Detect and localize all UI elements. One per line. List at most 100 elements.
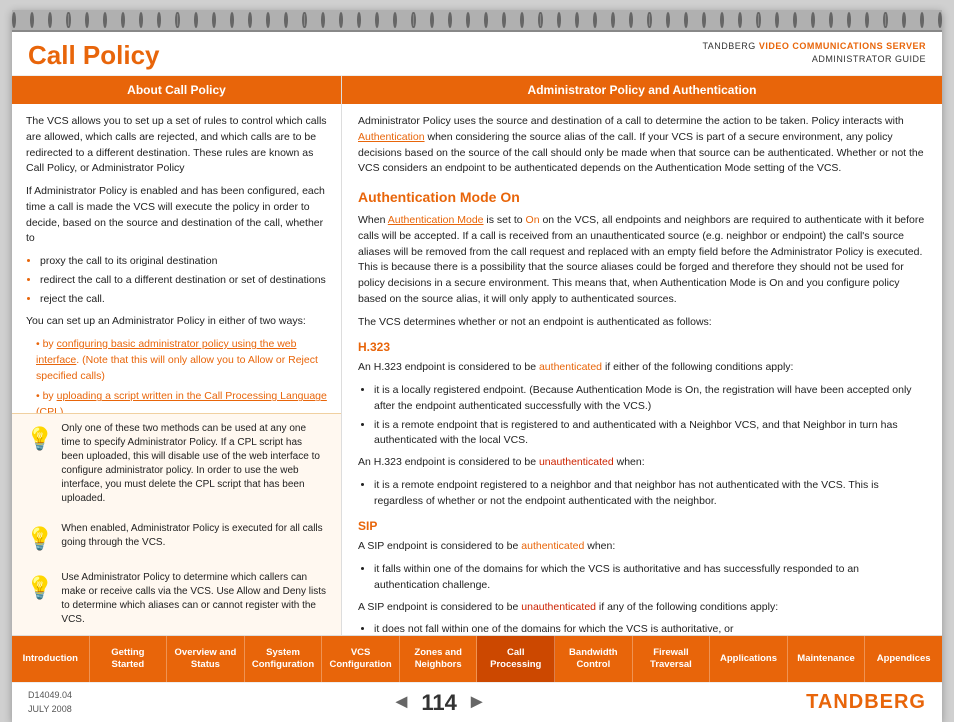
spiral-hole <box>194 12 198 28</box>
h323-intro: An H.323 endpoint is considered to be au… <box>358 360 926 376</box>
tip-box-1: 💡 Only one of these two methods can be u… <box>12 413 341 514</box>
nav-item-vcs-configuration[interactable]: VCS Configuration <box>322 636 400 682</box>
spiral-hole <box>793 12 797 28</box>
list-item: • by uploading a script written in the C… <box>36 389 327 413</box>
spiral-hole <box>756 12 760 28</box>
spiral-hole <box>738 12 742 28</box>
spiral-hole <box>484 12 488 28</box>
page-wrapper: Call Policy TANDBERG VIDEO COMMUNICATION… <box>12 10 942 722</box>
spiral-hole <box>411 12 415 28</box>
spiral-hole <box>121 12 125 28</box>
spiral-hole <box>212 12 216 28</box>
h323-auth-list: it is a locally registered endpoint. (Be… <box>374 383 926 449</box>
page-footer: D14049.04 JULY 2008 ◄ 114 ► TANDBERG <box>12 682 942 722</box>
left-para-1: The VCS allows you to set up a set of ru… <box>26 114 327 177</box>
page-header: Call Policy TANDBERG VIDEO COMMUNICATION… <box>12 32 942 76</box>
tip-box-3: 💡 Use Administrator Policy to determine … <box>12 563 341 635</box>
spiral-hole <box>611 12 615 28</box>
nav-item-call-processing[interactable]: Call Processing <box>477 636 555 682</box>
spiral-hole <box>520 12 524 28</box>
nav-item-zones-neighbors[interactable]: Zones and Neighbors <box>400 636 478 682</box>
nav-item-appendices[interactable]: Appendices <box>865 636 942 682</box>
doc-number: D14049.04 <box>28 690 72 700</box>
spiral-hole <box>684 12 688 28</box>
spiral-hole <box>557 12 561 28</box>
cpl-link[interactable]: uploading a script written in the Call P… <box>57 390 327 402</box>
spiral-hole <box>811 12 815 28</box>
tip-text-2: When enabled, Administrator Policy is ex… <box>61 522 327 550</box>
nav-item-getting-started[interactable]: Getting Started <box>90 636 168 682</box>
spiral-hole <box>720 12 724 28</box>
spiral-hole <box>775 12 779 28</box>
spiral-hole <box>230 12 234 28</box>
right-column: Administrator Policy and Authentication … <box>342 76 942 635</box>
next-page-button[interactable]: ► <box>467 691 487 714</box>
spiral-hole <box>829 12 833 28</box>
list-item: it is a locally registered endpoint. (Be… <box>374 383 926 415</box>
left-column: About Call Policy The VCS allows you to … <box>12 76 342 635</box>
spiral-hole <box>702 12 706 28</box>
spiral-hole <box>448 12 452 28</box>
spiral-hole <box>920 12 924 28</box>
nav-item-bandwidth-control[interactable]: Bandwidth Control <box>555 636 633 682</box>
left-para-3: You can set up an Administrator Policy i… <box>26 314 327 330</box>
spiral-hole <box>647 12 651 28</box>
spiral-hole <box>629 12 633 28</box>
sip-auth-intro: A SIP endpoint is considered to be authe… <box>358 539 926 555</box>
spiral-binding <box>12 10 942 32</box>
tip-icon-1: 💡 <box>26 424 53 455</box>
left-column-body: The VCS allows you to set up a set of ru… <box>12 104 341 413</box>
auth-mode-on-heading: Authentication Mode On <box>358 187 926 208</box>
spiral-hole <box>12 12 16 28</box>
vcs-determines: The VCS determines whether or not an end… <box>358 315 926 331</box>
bottom-navigation: Introduction Getting Started Overview an… <box>12 636 942 682</box>
spiral-hole <box>938 12 942 28</box>
nav-item-firewall-traversal[interactable]: Firewall Traversal <box>633 636 711 682</box>
list-item: it is a remote endpoint that is register… <box>374 418 926 450</box>
nav-item-system-configuration[interactable]: System Configuration <box>245 636 323 682</box>
footer-doc-info: D14049.04 JULY 2008 <box>28 689 72 716</box>
spiral-hole <box>66 12 70 28</box>
spiral-hole <box>30 12 34 28</box>
prev-page-button[interactable]: ◄ <box>392 691 412 714</box>
spiral-hole <box>302 12 306 28</box>
spiral-hole <box>321 12 325 28</box>
list-item: • by configuring basic administrator pol… <box>36 337 327 384</box>
spiral-hole <box>357 12 361 28</box>
allow-deny-link[interactable]: Allow and Deny lists <box>236 586 325 597</box>
spiral-hole <box>157 12 161 28</box>
spiral-hole <box>847 12 851 28</box>
spiral-hole <box>175 12 179 28</box>
spiral-hole <box>575 12 579 28</box>
spiral-hole <box>266 12 270 28</box>
right-column-header: Administrator Policy and Authentication <box>342 76 942 104</box>
page-title: Call Policy <box>28 40 160 71</box>
list-item: proxy the call to its original destinati… <box>40 254 327 270</box>
sip-auth-list: it falls within one of the domains for w… <box>374 562 926 594</box>
sip-heading: SIP <box>358 517 926 535</box>
content-area: About Call Policy The VCS allows you to … <box>12 76 942 636</box>
basic-policy-link[interactable]: configuring basic administrator policy u… <box>36 338 296 366</box>
right-column-body: Administrator Policy uses the source and… <box>342 104 942 635</box>
spiral-hole <box>883 12 887 28</box>
list-item: redirect the call to a different destina… <box>40 273 327 289</box>
sip-unauth-intro: A SIP endpoint is considered to be unaut… <box>358 600 926 616</box>
auth-mode-link-1[interactable]: Authentication Mode <box>388 214 484 226</box>
header-subtitle: TANDBERG VIDEO COMMUNICATIONS SERVER ADM… <box>702 40 926 65</box>
right-intro: Administrator Policy uses the source and… <box>358 114 926 177</box>
nav-item-overview-status[interactable]: Overview and Status <box>167 636 245 682</box>
auth-link-1[interactable]: Authentication <box>358 131 425 143</box>
list-item: it falls within one of the domains for w… <box>374 562 926 594</box>
left-bullets-1: proxy the call to its original destinati… <box>40 254 327 307</box>
nav-item-maintenance[interactable]: Maintenance <box>788 636 866 682</box>
nav-item-introduction[interactable]: Introduction <box>12 636 90 682</box>
admin-policy-link[interactable]: Administrator Policy <box>81 572 169 583</box>
footer-logo: TANDBERG <box>806 691 926 714</box>
spiral-hole <box>538 12 542 28</box>
auth-mode-on-para: When Authentication Mode is set to On on… <box>358 213 926 308</box>
list-item: it does not fall within one of the domai… <box>374 622 926 635</box>
nav-item-applications[interactable]: Applications <box>710 636 788 682</box>
spiral-hole <box>666 12 670 28</box>
left-column-header: About Call Policy <box>12 76 341 104</box>
spiral-hole <box>375 12 379 28</box>
